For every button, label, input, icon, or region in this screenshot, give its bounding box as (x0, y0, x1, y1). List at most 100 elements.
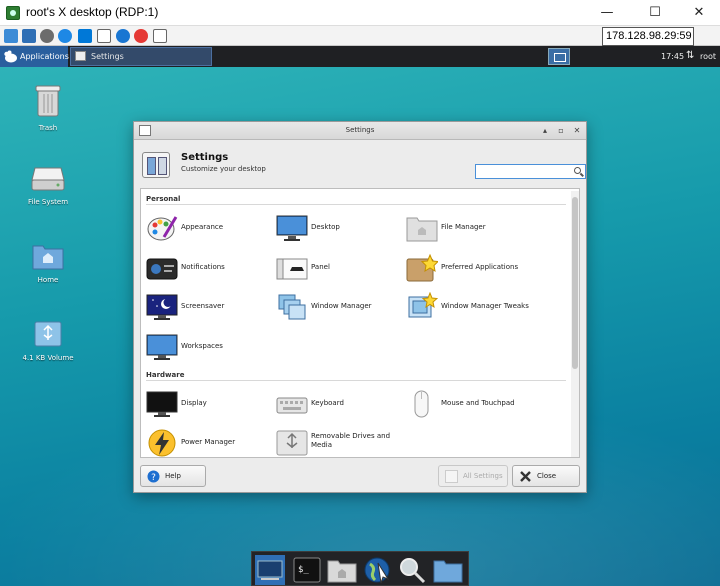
settings-item-file-manager[interactable]: File Manager (406, 211, 534, 245)
desktop-icon-volume[interactable]: 4.1 KB Volume (8, 320, 88, 362)
svg-text:?: ? (151, 473, 156, 483)
settings-item-label: Display (181, 399, 207, 407)
disconnect-icon[interactable] (134, 29, 148, 43)
desktop-icon-home[interactable]: Home (8, 242, 88, 284)
settings-item-removable-drives[interactable]: Removable Drives and Media (276, 426, 404, 457)
monitor-icon (276, 215, 308, 241)
gear-icon[interactable] (40, 29, 54, 43)
info-icon[interactable] (116, 29, 130, 43)
settings-item-workspaces[interactable]: Workspaces (146, 330, 274, 364)
settings-window-icon (75, 51, 86, 61)
close-button[interactable]: Close (512, 465, 580, 487)
settings-item-desktop[interactable]: Desktop (276, 211, 404, 245)
hard-drive-icon (31, 167, 65, 191)
settings-item-mouse[interactable]: Mouse and Touchpad (406, 387, 534, 421)
settings-subtitle: Customize your desktop (181, 165, 266, 173)
settings-item-wm-tweaks[interactable]: Window Manager Tweaks (406, 290, 534, 324)
minimize-button[interactable]: — (584, 0, 630, 26)
folder-icon[interactable] (433, 555, 463, 585)
download-icon[interactable] (153, 29, 167, 43)
applications-menu-button[interactable]: Applications (0, 46, 69, 67)
search-icon[interactable] (574, 167, 581, 174)
settings-close-button[interactable]: ✕ (570, 124, 584, 138)
fullscreen-icon[interactable] (22, 29, 36, 43)
section-divider (146, 380, 566, 381)
desktop-icon-filesystem[interactable]: File System (8, 164, 88, 206)
keyboard-icon (276, 397, 308, 414)
all-settings-button[interactable]: All Settings (438, 465, 508, 487)
maximize-button[interactable]: ☐ (632, 0, 678, 26)
close-x-icon (520, 471, 531, 482)
search-app-icon[interactable] (397, 555, 427, 585)
file-manager-icon[interactable] (327, 555, 357, 585)
settings-item-label: Window Manager (311, 302, 372, 310)
network-icon[interactable]: ⇅ (686, 50, 694, 62)
settings-item-label: Screensaver (181, 302, 225, 310)
user-label[interactable]: root (700, 46, 716, 67)
rdp-window-title: root's X desktop (RDP:1) (26, 5, 159, 19)
workspace-switcher[interactable] (548, 48, 570, 65)
removable-drive-icon (276, 430, 308, 456)
help-button-label: Help (165, 472, 181, 480)
section-divider (146, 204, 566, 205)
settings-item-window-manager[interactable]: Window Manager (276, 290, 404, 324)
settings-item-label: Removable Drives and Media (311, 432, 391, 449)
section-title-personal: Personal (146, 195, 181, 203)
refresh-icon[interactable] (58, 29, 72, 43)
settings-item-label: File Manager (441, 223, 486, 231)
star-box-icon (406, 253, 438, 282)
settings-titlebar[interactable]: Settings ▴ ▫ ✕ (134, 122, 586, 140)
windows-stack-icon (278, 294, 306, 320)
terminal-icon[interactable]: $_ (292, 555, 322, 585)
taskbar-settings-button[interactable]: Settings (70, 47, 212, 66)
panel-clock[interactable]: 17:45 (661, 46, 684, 67)
close-window-button[interactable]: ✕ (676, 0, 720, 26)
screensaver-icon (146, 294, 178, 320)
settings-item-label: Appearance (181, 223, 224, 231)
settings-item-power[interactable]: Power Manager (146, 426, 274, 457)
settings-item-label: Workspaces (181, 342, 223, 350)
settings-item-notifications[interactable]: Notifications (146, 251, 274, 285)
settings-restore-button[interactable]: ▫ (554, 124, 568, 138)
rdp-app-icon (6, 6, 20, 20)
web-browser-icon[interactable] (362, 555, 392, 585)
settings-maximize-button[interactable]: ▴ (538, 124, 552, 138)
power-bolt-icon (148, 429, 176, 457)
arrow-back-icon[interactable] (4, 29, 18, 43)
windows-icon[interactable] (78, 29, 92, 43)
grid-icon (445, 470, 458, 483)
settings-toggle-icon (142, 152, 170, 178)
trash-icon (35, 85, 61, 117)
window-tweaks-icon (408, 292, 438, 318)
settings-item-display[interactable]: Display (146, 387, 274, 421)
desktop-label-volume: 4.1 KB Volume (22, 354, 74, 362)
all-settings-button-label: All Settings (463, 472, 503, 480)
settings-item-preferred-apps[interactable]: Preferred Applications (406, 251, 534, 285)
applications-label: Applications (20, 52, 69, 61)
palette-icon (147, 216, 178, 241)
settings-item-screensaver[interactable]: Screensaver (146, 290, 274, 324)
settings-item-label: Preferred Applications (441, 263, 519, 271)
settings-item-panel[interactable]: Panel (276, 251, 404, 285)
settings-scrollbar[interactable] (571, 191, 579, 457)
desktop-label-filesystem: File System (27, 198, 69, 206)
settings-item-keyboard[interactable]: Keyboard (276, 387, 404, 421)
home-folder-icon (32, 245, 64, 270)
settings-item-appearance[interactable]: Appearance (146, 211, 274, 245)
section-title-hardware: Hardware (146, 371, 185, 379)
desktop-icon-trash[interactable]: Trash (8, 84, 88, 132)
bottom-dock: $_ (251, 551, 469, 586)
panel-icon (276, 258, 308, 280)
terminal-icon[interactable] (97, 29, 111, 43)
close-button-label: Close (537, 472, 557, 480)
folder-icon (406, 217, 438, 242)
rdp-titlebar: root's X desktop (RDP:1) — ☐ ✕ (0, 0, 720, 26)
settings-content: Personal Appearance Desktop File Manager… (140, 188, 580, 458)
show-desktop-icon[interactable] (255, 555, 285, 585)
workspaces-icon (146, 334, 178, 360)
settings-search-input[interactable] (475, 164, 586, 179)
help-button[interactable]: ? Help (140, 465, 206, 487)
ip-address-field[interactable]: 178.128.98.29:59 (602, 27, 694, 46)
settings-window: Settings ▴ ▫ ✕ Settings Customize your d… (133, 121, 587, 493)
scrollbar-thumb[interactable] (572, 197, 578, 369)
